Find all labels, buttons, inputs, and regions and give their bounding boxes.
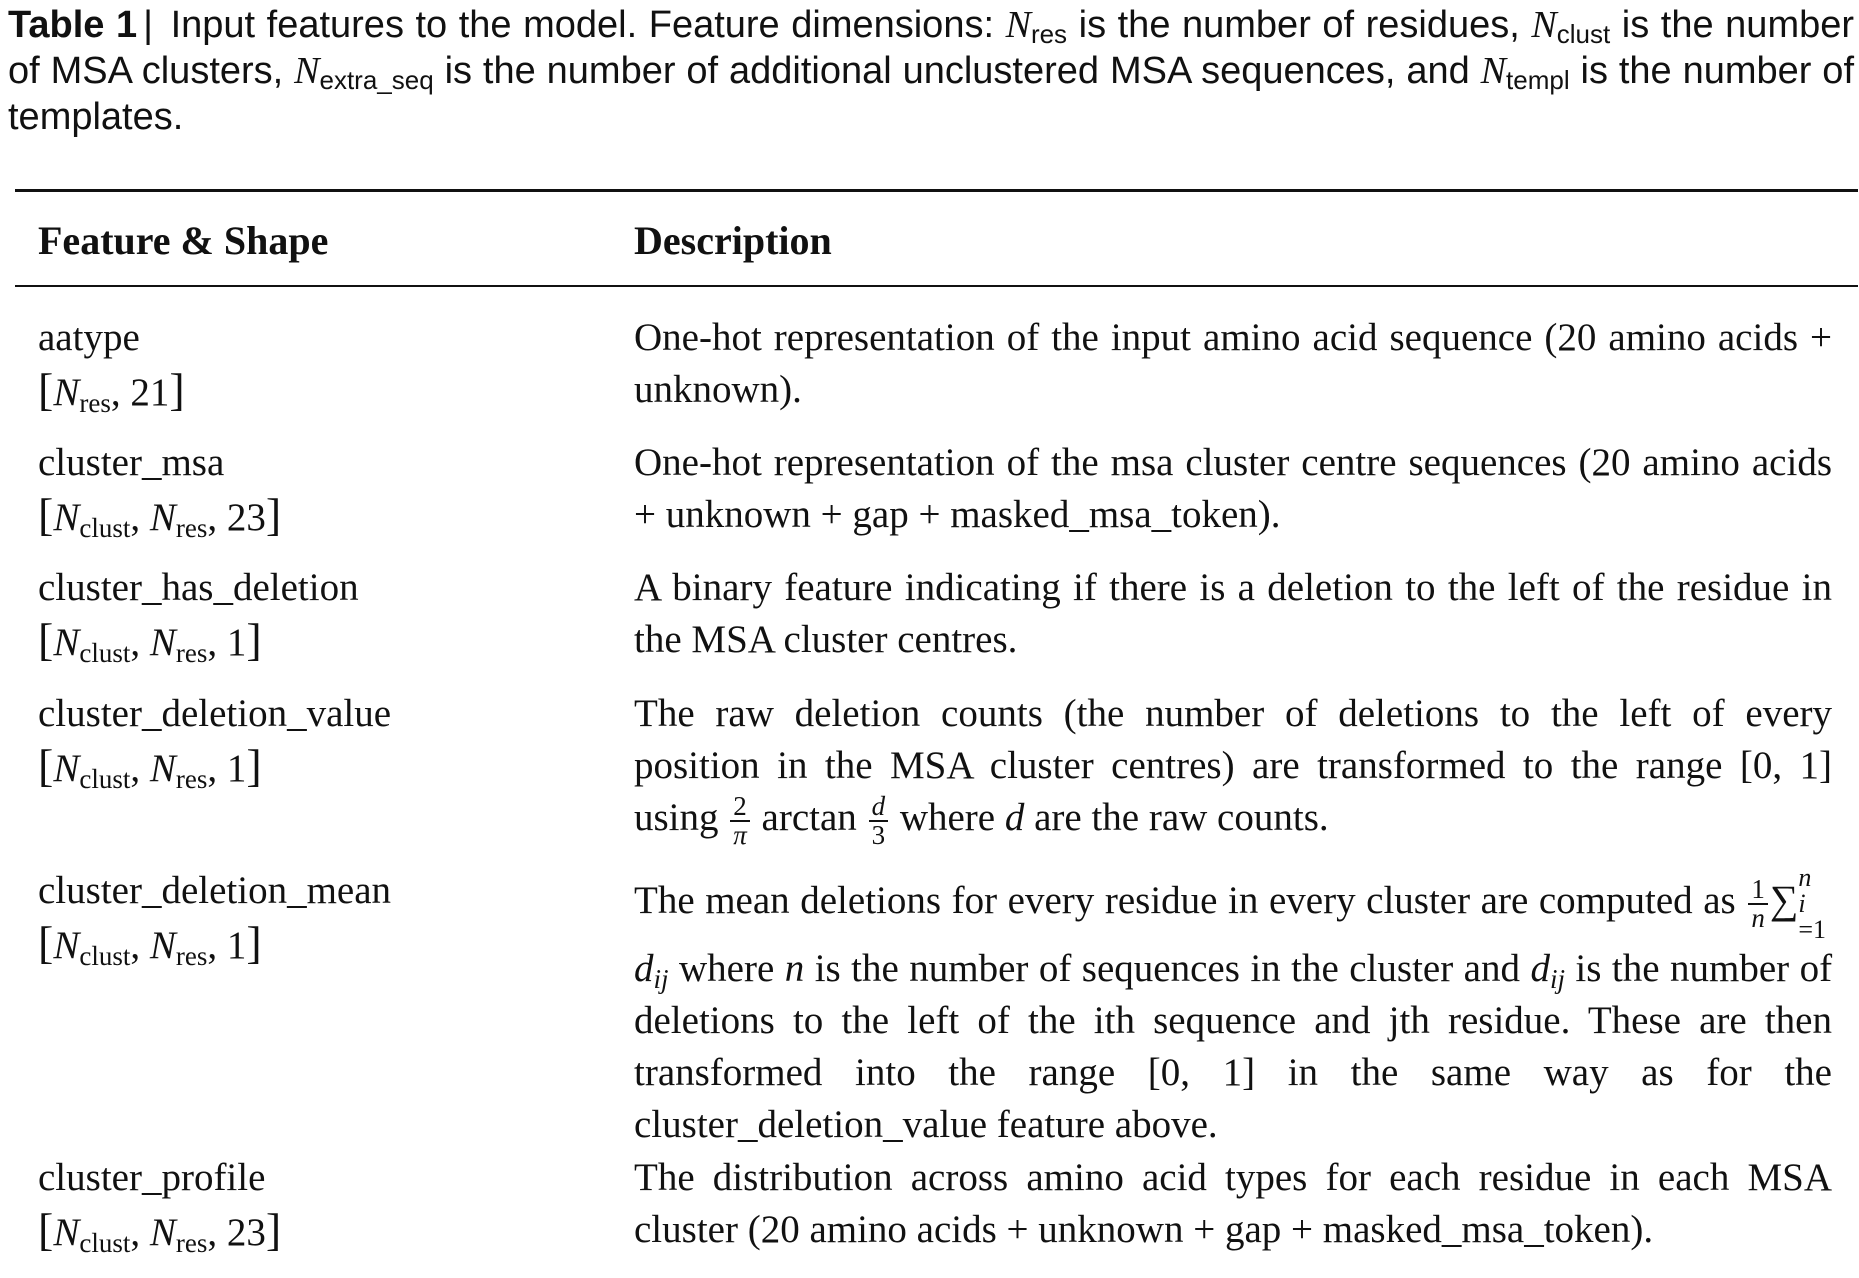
fraction-d-over-3: d3 — [868, 793, 889, 849]
caption-text: is the number of residues, — [1078, 4, 1520, 46]
table-row-feature: aatype [Nres, 21] — [38, 312, 598, 419]
table-row-description: The mean deletions for every residue in … — [634, 863, 1833, 1147]
feature-shape: [Nclust, Nres, 23] — [38, 489, 282, 543]
feature-shape: [Nclust, Nres, 1] — [38, 917, 262, 971]
caption-text: is the number of additional unclustered … — [444, 50, 1470, 92]
fraction-2-over-pi: 2π — [730, 793, 750, 849]
table-row-description: One-hot representation of the input amin… — [634, 316, 1832, 411]
summation-limits: n i =1 — [1798, 863, 1826, 944]
feature-name: aatype — [38, 316, 140, 359]
caption-sub: extra_seq — [319, 65, 434, 95]
feature-name: cluster_profile — [38, 1156, 266, 1199]
feature-name: cluster_deletion_value — [38, 692, 392, 735]
caption-sub: res — [1030, 19, 1068, 49]
feature-shape: [Nclust, Nres, 1] — [38, 614, 262, 668]
table-top-rule — [15, 189, 1858, 192]
caption-text: Input features to the model. Feature dim… — [170, 4, 995, 46]
table-row-feature: cluster_profile [Nclust, Nres, 23] — [38, 1152, 598, 1259]
feature-name: cluster_deletion_mean — [38, 869, 392, 912]
table-caption: Table 1 | Input features to the model. Fe… — [8, 4, 1855, 138]
column-header-description: Description — [634, 218, 832, 263]
caption-label: Table 1 — [8, 4, 138, 46]
feature-name: cluster_has_deletion — [38, 566, 359, 609]
summation-symbol: ∑ — [1769, 876, 1799, 922]
feature-name: cluster_msa — [38, 441, 225, 484]
table-row-feature: cluster_deletion_mean [Nclust, Nres, 1] — [38, 865, 598, 972]
table-row-feature: cluster_deletion_value [Nclust, Nres, 1] — [38, 688, 598, 795]
fraction-1-over-n: 1n — [1748, 876, 1768, 932]
table-row-feature: cluster_msa [Nclust, Nres, 23] — [38, 437, 598, 544]
table-row-description: A binary feature indicating if there is … — [634, 566, 1832, 661]
table-row-description: One-hot representation of the msa cluste… — [634, 441, 1832, 536]
caption-sub: clust — [1556, 19, 1611, 49]
table-row-description: The distribution across amino acid types… — [634, 1156, 1832, 1251]
table-row-description: The raw deletion counts (the number of d… — [634, 692, 1832, 851]
table-row-feature: cluster_has_deletion [Nclust, Nres, 1] — [38, 562, 598, 669]
caption-separator: | — [143, 4, 153, 46]
caption-sub: templ — [1506, 65, 1570, 95]
feature-shape: [Nres, 21] — [38, 364, 185, 418]
column-header-feature: Feature & Shape — [38, 218, 329, 263]
feature-shape: [Nclust, Nres, 1] — [38, 740, 262, 794]
feature-shape: [Nclust, Nres, 23] — [38, 1204, 282, 1258]
table-header-rule — [15, 285, 1858, 287]
